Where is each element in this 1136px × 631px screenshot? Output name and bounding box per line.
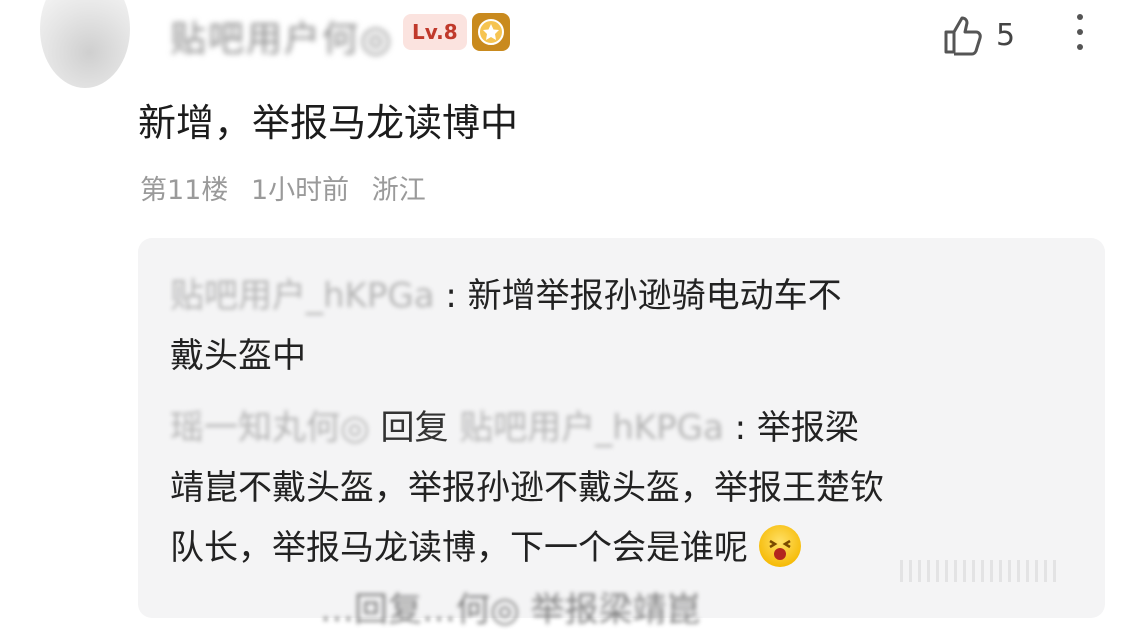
watermark	[900, 560, 1060, 582]
level-badge: Lv.8	[403, 14, 467, 50]
thumbs-up-icon	[944, 16, 982, 56]
reply-verb: 回复	[380, 408, 449, 448]
post-time: 1小时前	[250, 175, 350, 206]
reply-author[interactable]: 贴吧用户_hKPGa	[170, 276, 435, 316]
more-options-icon[interactable]	[1070, 14, 1090, 58]
reply-text-line: 戴头盔中	[170, 336, 306, 376]
post-location: 浙江	[371, 175, 426, 206]
comment-text: 新增，举报马龙读博中	[138, 101, 519, 145]
reply-item[interactable]: 瑶一知丸何◎ 回复 贴吧用户_hKPGa : 举报梁 靖崑不戴头盔，举报孙逊不戴…	[170, 398, 1070, 578]
like-button[interactable]: 5	[940, 12, 1015, 58]
laughing-emoji-icon	[758, 525, 801, 567]
reply-text-line: 靖崑不戴头盔，举报孙逊不戴头盔，举报王楚钦	[170, 468, 884, 508]
reply-item[interactable]: 贴吧用户_hKPGa : 新增举报孙逊骑电动车不 戴头盔中	[170, 266, 1070, 386]
reply-target[interactable]: 贴吧用户_hKPGa	[459, 408, 724, 448]
reply-author[interactable]: 瑶一知丸何◎	[170, 408, 370, 448]
avatar[interactable]	[40, 0, 130, 88]
reply-text-line: 新增举报孙逊骑电动车不	[467, 276, 842, 316]
medal-icon	[472, 13, 510, 51]
reply-text-line: 队长，举报马龙读博，下一个会是谁呢	[170, 528, 748, 568]
partial-reply-preview: …回复…何◎ 举报梁靖崑	[320, 590, 701, 630]
reply-text-line: 举报梁	[756, 408, 859, 448]
floor-number: 第11楼	[140, 175, 229, 206]
like-count: 5	[996, 17, 1016, 53]
comment-username[interactable]: 贴吧用户何◎	[170, 10, 393, 62]
comment-meta: 第11楼 1小时前 浙江	[140, 168, 440, 207]
